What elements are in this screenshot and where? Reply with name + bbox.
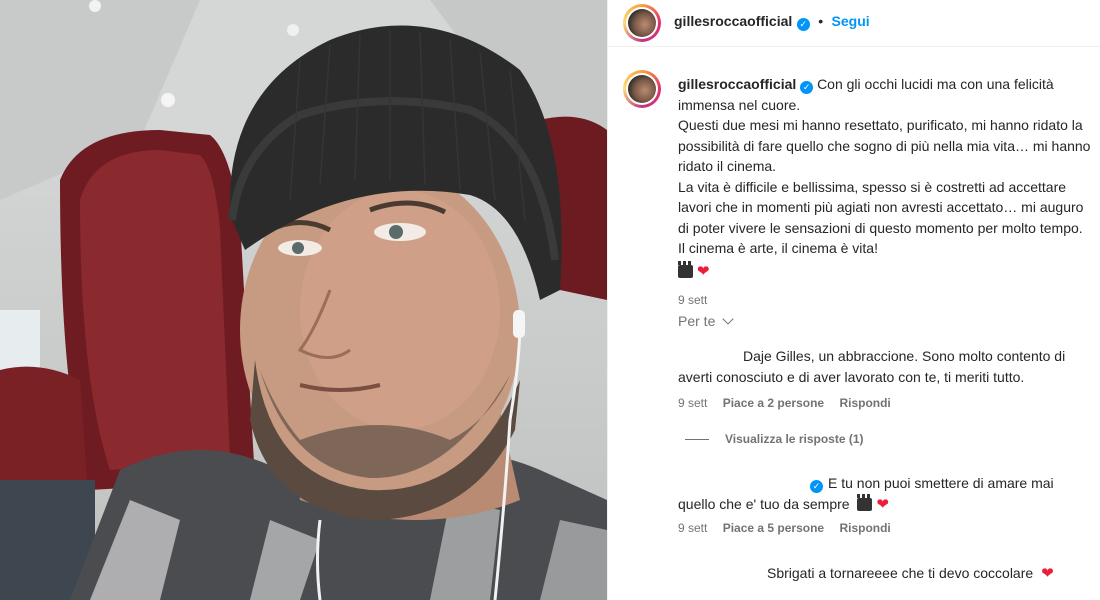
caption-line-3: La vita è difficile e bellissima, spesso… — [678, 178, 1084, 257]
comment-3-body: Sbrigati a tornareeee che ti devo coccol… — [767, 565, 1034, 581]
comment-2-reply-button[interactable]: Rispondi — [839, 521, 890, 535]
verified-badge-icon: ✓ — [796, 18, 810, 31]
chevron-down-icon — [722, 313, 734, 325]
comment-1-time[interactable]: 9 sett — [678, 396, 707, 410]
caption-time[interactable]: 9 sett — [678, 290, 1093, 311]
post-header: gillesroccaofficial ✓ • Segui — [608, 0, 1100, 47]
header-user-row: gillesroccaofficial ✓ • Segui — [674, 13, 870, 31]
comment-1-reply-button[interactable]: Rispondi — [839, 396, 890, 410]
view-replies-label: Visualizza le risposte (1) — [725, 432, 864, 446]
post-photo-illustration — [0, 0, 607, 600]
comment-3-text: Sbrigati a tornareeee che ti devo coccol… — [767, 563, 1054, 584]
per-te-filter[interactable]: Per te — [678, 313, 734, 329]
comment-1-likes[interactable]: Piace a 2 persone — [723, 396, 824, 410]
comment-2-time[interactable]: 9 sett — [678, 521, 707, 535]
per-te-label: Per te — [678, 313, 716, 329]
author-avatar[interactable] — [623, 4, 661, 42]
follow-button[interactable]: Segui — [832, 13, 870, 29]
comment-2-text: E tu non puoi smettere di amare mai quel… — [678, 473, 1088, 515]
heart-icon: ❤ — [696, 262, 710, 280]
caption-author-avatar[interactable] — [623, 70, 661, 108]
replies-line — [685, 439, 709, 441]
comment-2-actions: 9 sett Piace a 5 persone Rispondi — [678, 521, 891, 535]
caption-line-2: Questi due mesi mi hanno resettato, puri… — [678, 117, 1091, 174]
post-side-panel: gillesroccaofficial ✓ • Segui gillesrocc… — [607, 0, 1100, 600]
clapper-board-icon — [857, 494, 873, 511]
verified-badge-icon: ✓ — [800, 81, 814, 94]
heart-icon: ❤ — [1041, 565, 1054, 582]
view-replies-button[interactable]: Visualizza le risposte (1) — [685, 432, 864, 446]
comment-1-actions: 9 sett Piace a 2 persone Rispondi — [678, 396, 891, 410]
post-caption: gillesroccaofficial ✓ Con gli occhi luci… — [678, 74, 1093, 311]
heart-icon: ❤ — [876, 496, 889, 513]
header-username[interactable]: gillesroccaofficial — [674, 13, 792, 29]
post-photo[interactable] — [0, 0, 607, 600]
header-separator: • — [818, 13, 824, 29]
caption-username[interactable]: gillesroccaofficial — [678, 76, 796, 92]
comment-2-likes[interactable]: Piace a 5 persone — [723, 521, 824, 535]
caption-emojis: ❤ — [678, 260, 1093, 283]
clapper-board-icon — [678, 260, 693, 278]
comment-1-text: Daje Gilles, un abbraccione. Sono molto … — [678, 348, 1066, 385]
